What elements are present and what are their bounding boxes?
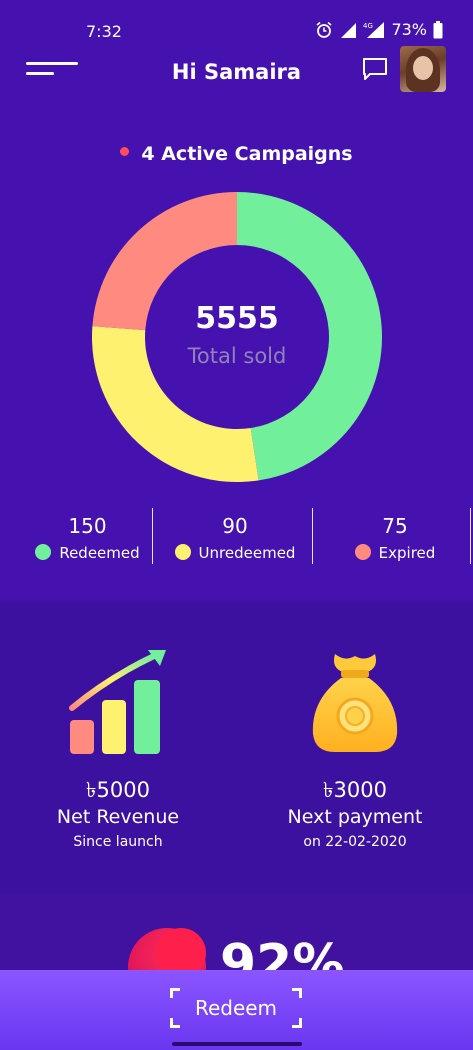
legend-divider <box>470 508 471 564</box>
battery-percent: 73% <box>391 20 427 39</box>
signal-4g-icon: 4G <box>363 21 385 38</box>
legend-redeemed: 150 Redeemed <box>20 508 155 566</box>
redeem-button[interactable]: Redeem <box>170 988 302 1028</box>
legend-divider <box>152 508 153 564</box>
net-revenue-amount: ৳5000 <box>86 778 150 802</box>
legend-label: Redeemed <box>59 544 140 562</box>
legend-swatch <box>354 544 371 560</box>
net-revenue-subtitle: Since launch <box>73 834 163 850</box>
avatar[interactable] <box>400 46 446 92</box>
legend-divider <box>312 508 313 564</box>
donut-legend: 150 Redeemed 90 Unredeemed 75 Expired <box>0 508 473 566</box>
legend-swatch <box>174 544 191 560</box>
chart-growth-icon <box>69 650 166 754</box>
donut-center: 5555 Total sold <box>92 192 382 482</box>
home-indicator <box>172 1042 302 1046</box>
redeem-label: Redeem <box>194 996 278 1020</box>
legend-value: 150 <box>68 514 107 538</box>
total-sold-label: Total sold <box>187 343 287 368</box>
battery-icon <box>433 20 443 38</box>
signal-icon <box>341 22 357 38</box>
next-payment-subtitle: on 22-02-2020 <box>303 834 407 850</box>
legend-unredeemed: 90 Unredeemed <box>170 508 300 566</box>
bottom-bar: Redeem <box>0 970 473 1050</box>
legend-value: 75 <box>382 514 408 538</box>
chat-icon[interactable] <box>362 57 388 81</box>
money-bag-icon <box>312 654 398 752</box>
legend-swatch <box>35 544 52 560</box>
alarm-icon <box>316 21 332 38</box>
status-icons: 4G 73% <box>315 20 443 39</box>
next-payment-title: Next payment <box>287 806 423 828</box>
next-payment-amount: ৳3000 <box>323 778 387 802</box>
legend-label: Unredeemed <box>198 544 296 562</box>
legend-value: 90 <box>222 514 248 538</box>
legend-expired: 75 Expired <box>330 508 460 566</box>
status-dot <box>120 147 130 156</box>
total-sold-value: 5555 <box>195 300 279 336</box>
status-time: 7:32 <box>86 22 122 41</box>
active-campaigns: 4 Active Campaigns <box>0 143 473 165</box>
legend-label: Expired <box>378 544 436 562</box>
donut-chart: 5555 Total sold <box>92 192 382 482</box>
active-campaigns-label: 4 Active Campaigns <box>141 143 353 165</box>
svg-text:4G: 4G <box>363 22 373 30</box>
net-revenue-title: Net Revenue <box>56 806 180 828</box>
stats-section: ৳5000 Net Revenue Since launch ৳3000 Nex… <box>0 602 473 894</box>
